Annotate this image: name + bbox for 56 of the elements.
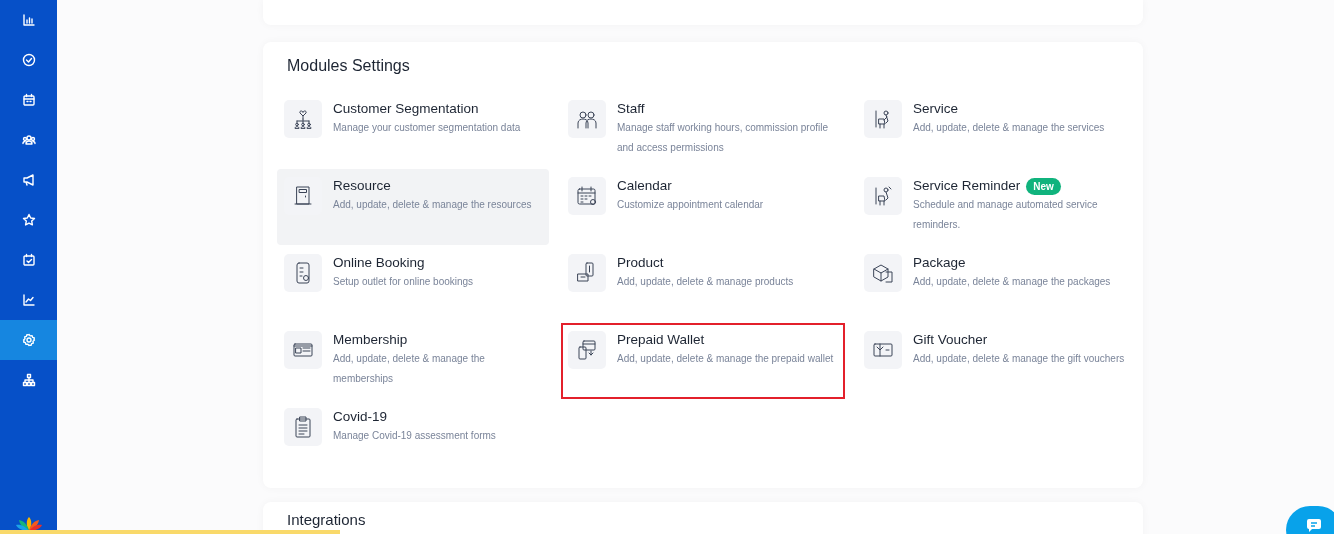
module-description: Add, update, delete & manage the memberships xyxy=(333,352,486,386)
module-title: Customer Segmentation xyxy=(333,100,479,118)
module-item[interactable]: Service Add, update, delete & manage the services xyxy=(857,92,1141,168)
group-icon xyxy=(21,133,36,147)
module-title: Covid-19 xyxy=(333,408,388,426)
module-title: Product xyxy=(617,254,664,272)
module-description: Manage staff working hours, commission profile and access permissions xyxy=(617,121,830,155)
module-title: Staff xyxy=(617,100,645,118)
module-description: Manage your customer segmentation data xyxy=(333,121,521,135)
module-item[interactable]: Calendar Customize appointment calendar xyxy=(561,169,845,245)
module-title: Membership xyxy=(333,331,408,349)
module-description: Add, update, delete & manage the resources xyxy=(333,198,532,212)
module-description: Setup outlet for online bookings xyxy=(333,275,474,289)
module-description: Customize appointment calendar xyxy=(617,198,764,212)
new-badge: New xyxy=(1026,177,1061,195)
module-title: Service xyxy=(913,100,958,118)
bar-chart-icon xyxy=(21,13,36,27)
hierarchy-icon xyxy=(21,373,36,387)
module-description: Add, update, delete & manage the prepaid wallet xyxy=(617,352,834,366)
module-description: Manage Covid-19 assessment forms xyxy=(333,429,496,443)
chat-icon xyxy=(1306,518,1322,532)
module-item[interactable]: Gift Voucher Add, update, delete & manage the gift vouchers xyxy=(857,323,1141,399)
calendar-check-icon xyxy=(21,253,36,267)
module-item[interactable]: Resource Add, update, delete & manage the resources xyxy=(277,169,549,245)
module-title: Service Reminder xyxy=(913,177,1021,195)
calendar-icon xyxy=(575,184,599,208)
module-item[interactable]: Prepaid Wallet Add, update, delete & manage the prepaid wallet xyxy=(561,323,845,399)
module-description: Add, update, delete & manage the packages xyxy=(913,275,1111,289)
trend-chart-icon xyxy=(21,293,36,307)
module-description: Add, update, delete & manage products xyxy=(617,275,794,289)
module-title: Package xyxy=(913,254,966,272)
module-description: Add, update, delete & manage the gift vouchers xyxy=(913,352,1125,366)
section-title: Modules Settings xyxy=(287,56,411,76)
megaphone-icon xyxy=(21,173,36,187)
module-item[interactable]: Package Add, update, delete & manage the packages xyxy=(857,246,1141,322)
module-title: Calendar xyxy=(617,177,672,195)
module-item[interactable]: Customer Segmentation Manage your customer segmentation data xyxy=(277,92,549,168)
module-title: Gift Voucher xyxy=(913,331,988,349)
module-item[interactable]: Covid-19 Manage Covid-19 assessment forms xyxy=(277,400,549,476)
module-item[interactable]: Staff Manage staff working hours, commission profile and access permissions xyxy=(561,92,845,168)
star-icon xyxy=(21,213,36,227)
module-item[interactable]: Product Add, update, delete & manage products xyxy=(561,246,845,322)
module-item[interactable]: Online Booking Setup outlet for online bookings xyxy=(277,246,549,322)
module-item[interactable]: Membership Add, update, delete & manage the memberships xyxy=(277,323,549,399)
section-title: Integrations xyxy=(287,511,367,528)
settings-icon xyxy=(21,333,36,347)
module-title: Resource xyxy=(333,177,391,195)
sidebar-item[interactable] xyxy=(0,320,57,360)
calendar-icon xyxy=(21,93,36,107)
module-description: Schedule and manage automated service reminders. xyxy=(913,198,1099,232)
wallet-phone-icon xyxy=(575,338,599,362)
module-title: Prepaid Wallet xyxy=(617,331,705,349)
module-title: Online Booking xyxy=(333,254,425,272)
module-description: Add, update, delete & manage the services xyxy=(913,121,1105,135)
check-circle-icon xyxy=(21,53,36,67)
module-item[interactable]: Service Reminder New Schedule and manage automated service reminders. xyxy=(857,169,1141,245)
